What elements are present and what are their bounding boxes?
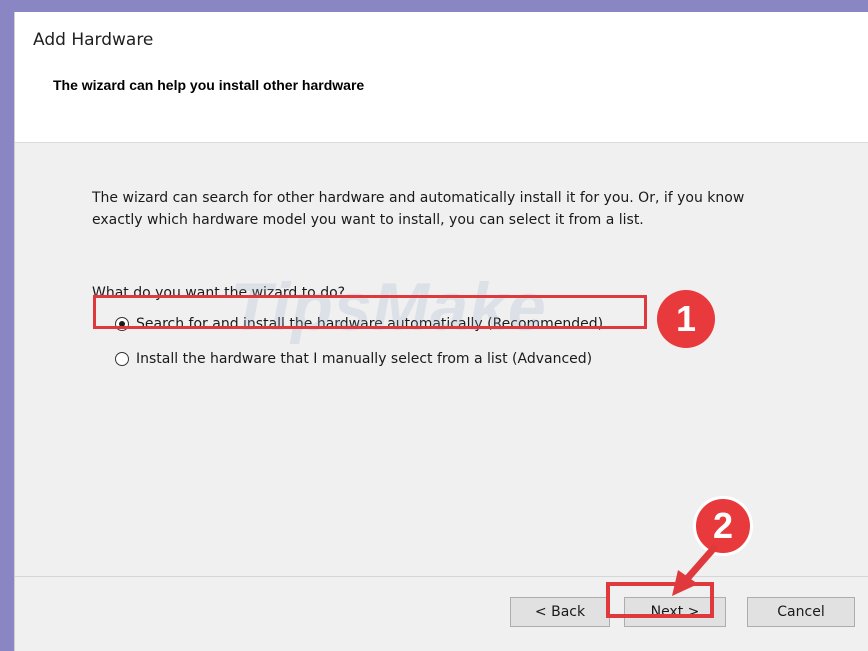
- footer-divider: [15, 576, 868, 577]
- option-label: Install the hardware that I manually sel…: [136, 351, 593, 367]
- wizard-subtitle: The wizard can help you install other ha…: [53, 77, 365, 93]
- add-hardware-window: Add Hardware The wizard can help you ins…: [14, 12, 868, 651]
- radio-unselected-icon[interactable]: [115, 352, 129, 366]
- step-badge-2: 2: [693, 496, 753, 556]
- window-title: Add Hardware: [33, 30, 154, 50]
- highlight-box-next: [606, 582, 714, 618]
- wizard-description: The wizard can search for other hardware…: [92, 190, 745, 228]
- option-manual-select[interactable]: Install the hardware that I manually sel…: [115, 348, 592, 370]
- wizard-header: Add Hardware The wizard can help you ins…: [15, 12, 868, 143]
- back-button[interactable]: < Back: [510, 597, 610, 627]
- step-badge-1: 1: [657, 290, 715, 348]
- highlight-box-option1: [93, 295, 647, 329]
- cancel-button[interactable]: Cancel: [747, 597, 855, 627]
